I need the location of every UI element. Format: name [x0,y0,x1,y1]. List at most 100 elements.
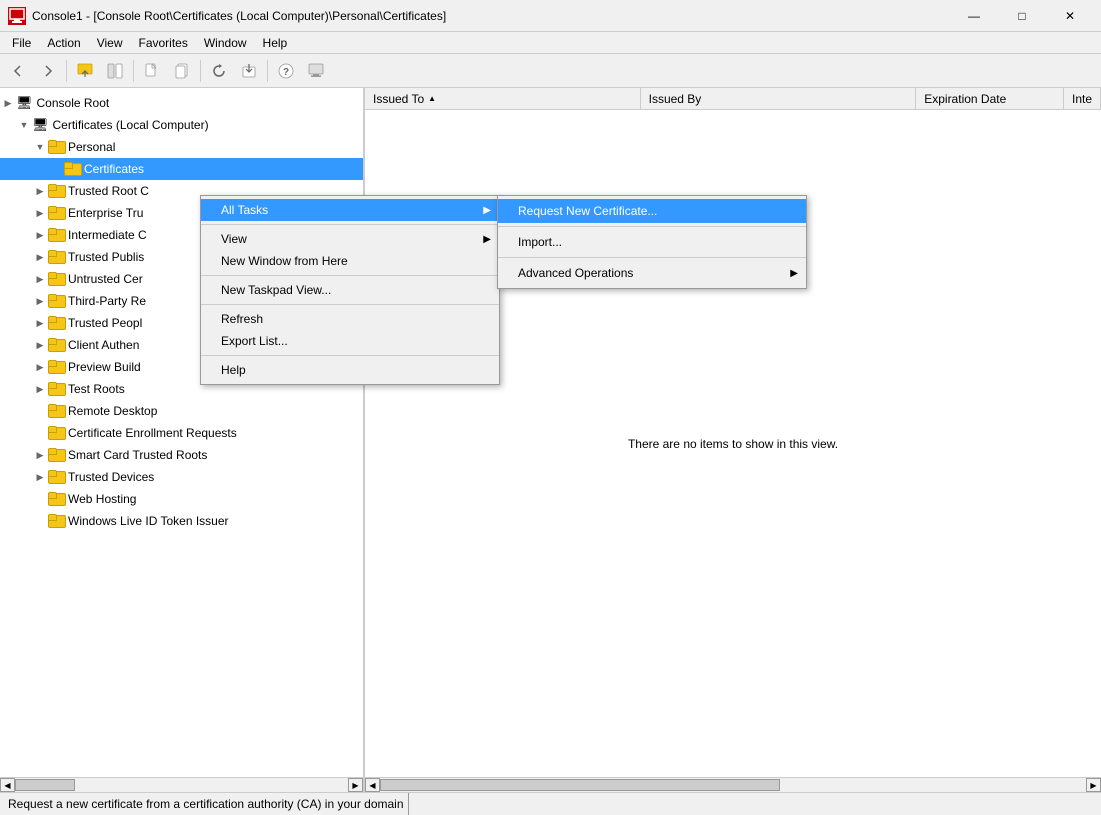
left-scroll-track[interactable] [15,778,348,792]
col-issued-by[interactable]: Issued By [641,88,917,109]
new-button[interactable] [138,57,166,85]
toolbar-sep-4 [267,60,268,82]
svg-text:?: ? [283,67,289,78]
left-scroll-thumb[interactable] [15,779,75,791]
folder-icon-smart-card [48,448,64,462]
up-button[interactable] [71,57,99,85]
submenu-request-new[interactable]: Request New Certificate... [498,199,806,223]
tree-label-test-roots: Test Roots [68,382,125,396]
tree-item-web-hosting[interactable]: Web Hosting [0,488,363,510]
folder-icon-preview-build [48,360,64,374]
expand-smart-card[interactable] [32,447,48,463]
expand-trusted-publis[interactable] [32,249,48,265]
menu-action[interactable]: Action [39,34,88,52]
expand-trusted-devices[interactable] [32,469,48,485]
expand-windows-live [32,513,48,529]
ctx-sep-2 [201,275,499,276]
ctx-new-window[interactable]: New Window from Here [201,250,499,272]
menu-view[interactable]: View [89,34,131,52]
status-message: Request a new certificate from a certifi… [8,797,404,811]
folder-icon-intermediate [48,228,64,242]
submenu-sep-2 [498,257,806,258]
tree-item-console-root[interactable]: 🖥 Console Root [0,92,363,114]
expand-preview-build[interactable] [32,359,48,375]
submenu: Request New Certificate... Import... Adv… [497,195,807,289]
expand-console-root[interactable] [0,95,16,111]
tree-item-personal[interactable]: Personal [0,136,363,158]
expand-test-roots[interactable] [32,381,48,397]
folder-icon-web-hosting [48,492,64,506]
expand-third-party-re[interactable] [32,293,48,309]
export-button[interactable] [235,57,263,85]
expand-personal[interactable] [32,139,48,155]
expand-trusted-peopl[interactable] [32,315,48,331]
submenu-advanced-ops-label: Advanced Operations [518,266,633,280]
ctx-help[interactable]: Help [201,359,499,381]
window-controls: — □ ✕ [951,2,1093,30]
tree-label-windows-live: Windows Live ID Token Issuer [68,514,229,528]
ctx-export-list-label: Export List... [221,334,288,348]
scroll-right-arrow[interactable]: ▶ [348,778,363,792]
right-scroll-left-arrow[interactable]: ◀ [365,778,380,792]
ctx-export-list[interactable]: Export List... [201,330,499,352]
copy-button[interactable] [168,57,196,85]
context-menu: All Tasks ▶ View ▶ New Window from Here … [200,195,500,385]
expand-certs-local[interactable] [16,117,32,133]
ctx-new-taskpad[interactable]: New Taskpad View... [201,279,499,301]
back-button[interactable] [4,57,32,85]
tree-label-cert-enrollment: Certificate Enrollment Requests [68,426,237,440]
ctx-all-tasks[interactable]: All Tasks ▶ [201,199,499,221]
folder-icon-trusted-root [48,184,64,198]
tree-item-smart-card[interactable]: Smart Card Trusted Roots [0,444,363,466]
menu-favorites[interactable]: Favorites [131,34,196,52]
console-button[interactable] [302,57,330,85]
folder-icon-trusted-devices [48,470,64,484]
menu-window[interactable]: Window [196,34,255,52]
ctx-view[interactable]: View ▶ [201,228,499,250]
toolbar-sep-2 [133,60,134,82]
expand-certs [48,161,64,177]
submenu-import-label: Import... [518,235,562,249]
tree-label-personal: Personal [68,140,115,154]
right-scroll-right-arrow[interactable]: ▶ [1086,778,1101,792]
tree-item-certs[interactable]: Certificates [0,158,363,180]
refresh-button[interactable] [205,57,233,85]
expand-enterprise-tru[interactable] [32,205,48,221]
tree-label-client-authen: Client Authen [68,338,139,352]
menu-file[interactable]: File [4,34,39,52]
expand-trusted-root[interactable] [32,183,48,199]
tree-item-cert-enrollment[interactable]: Certificate Enrollment Requests [0,422,363,444]
ctx-refresh[interactable]: Refresh [201,308,499,330]
col-expiration[interactable]: Expiration Date [916,88,1064,109]
minimize-button[interactable]: — [951,2,997,30]
tree-item-remote-desktop[interactable]: Remote Desktop [0,400,363,422]
submenu-request-new-label: Request New Certificate... [518,204,657,218]
col-issued-to[interactable]: Issued To ▲ [365,88,641,109]
tree-item-windows-live[interactable]: Windows Live ID Token Issuer [0,510,363,532]
tree-label-preview-build: Preview Build [68,360,141,374]
forward-button[interactable] [34,57,62,85]
tree-label-third-party-re: Third-Party Re [68,294,146,308]
expand-client-authen[interactable] [32,337,48,353]
right-scroll-thumb[interactable] [380,779,780,791]
toolbar-sep-3 [200,60,201,82]
scroll-left-arrow[interactable]: ◀ [0,778,15,792]
tree-item-trusted-devices[interactable]: Trusted Devices [0,466,363,488]
submenu-advanced-ops[interactable]: Advanced Operations ▶ [498,261,806,285]
expand-untrusted-cer[interactable] [32,271,48,287]
ctx-new-window-label: New Window from Here [221,254,348,268]
window-title: Console1 - [Console Root\Certificates (L… [32,9,951,23]
folder-icon-client-authen [48,338,64,352]
col-inte[interactable]: Inte [1064,88,1101,109]
tree-item-certs-local[interactable]: 🖥 Certificates (Local Computer) [0,114,363,136]
folder-icon-remote-desktop [48,404,64,418]
show-hide-button[interactable] [101,57,129,85]
menu-help[interactable]: Help [255,34,296,52]
help-toolbar-button[interactable]: ? [272,57,300,85]
submenu-import[interactable]: Import... [498,230,806,254]
close-button[interactable]: ✕ [1047,2,1093,30]
expand-intermediate[interactable] [32,227,48,243]
right-scroll-track[interactable] [380,778,1086,792]
ctx-sep-3 [201,304,499,305]
maximize-button[interactable]: □ [999,2,1045,30]
